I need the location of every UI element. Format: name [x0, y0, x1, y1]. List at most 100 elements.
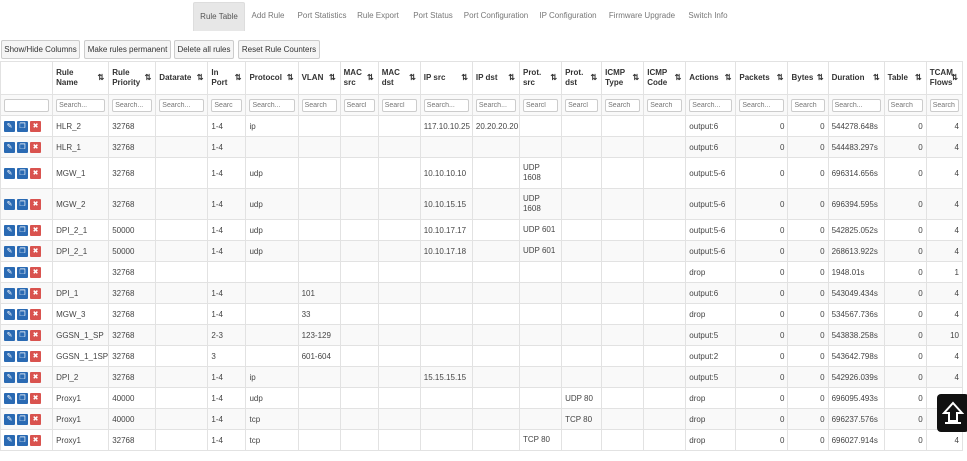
- edit-icon[interactable]: ✎: [4, 413, 15, 425]
- column-header[interactable]: IP dst ⇅: [471, 61, 520, 95]
- column-header[interactable]: Prot. dst ⇅: [561, 61, 603, 95]
- edit-icon[interactable]: ✎: [4, 350, 15, 362]
- delete-icon[interactable]: ✖: [30, 224, 41, 236]
- sort-icon[interactable]: ⇅: [590, 73, 597, 82]
- column-header[interactable]: Duration ⇅: [827, 61, 885, 95]
- sort-icon[interactable]: ⇅: [873, 73, 880, 82]
- column-search-input[interactable]: [211, 98, 243, 112]
- copy-icon[interactable]: ❐: [17, 224, 28, 236]
- delete-icon[interactable]: ✖: [30, 371, 41, 383]
- delete-icon[interactable]: ✖: [30, 308, 41, 320]
- copy-icon[interactable]: ❐: [17, 287, 28, 299]
- nav-tab-rule-table[interactable]: Rule Table: [193, 2, 245, 31]
- column-search-input[interactable]: [381, 98, 417, 112]
- delete-icon[interactable]: ✖: [30, 266, 41, 278]
- nav-tab-port-statistics[interactable]: Port Statistics: [296, 2, 348, 30]
- delete-icon[interactable]: ✖: [30, 167, 41, 179]
- copy-icon[interactable]: ❐: [17, 371, 28, 383]
- sort-icon[interactable]: ⇅: [461, 73, 468, 82]
- column-search-input[interactable]: [159, 98, 205, 112]
- sort-icon[interactable]: ⇅: [367, 73, 374, 82]
- column-header[interactable]: IP src ⇅: [419, 61, 473, 95]
- column-search-input[interactable]: [739, 98, 785, 112]
- delete-icon[interactable]: ✖: [30, 413, 41, 425]
- column-search-input[interactable]: [565, 98, 599, 112]
- edit-icon[interactable]: ✎: [4, 141, 15, 153]
- column-header[interactable]: MAC dst ⇅: [377, 61, 421, 95]
- column-header[interactable]: Datarate ⇅: [155, 61, 209, 95]
- delete-icon[interactable]: ✖: [30, 392, 41, 404]
- nav-tab-firmware-upgrade[interactable]: Firmware Upgrade: [607, 2, 677, 30]
- delete-icon[interactable]: ✖: [30, 329, 41, 341]
- sort-icon[interactable]: ⇅: [235, 73, 242, 82]
- sort-icon[interactable]: ⇅: [287, 73, 294, 82]
- nav-tab-switch-info[interactable]: Switch Info: [683, 2, 733, 30]
- edit-icon[interactable]: ✎: [4, 245, 15, 257]
- copy-icon[interactable]: ❐: [17, 167, 28, 179]
- sort-icon[interactable]: ⇅: [145, 73, 152, 82]
- column-search-input[interactable]: [605, 98, 641, 112]
- edit-icon[interactable]: ✎: [4, 434, 15, 446]
- column-header[interactable]: MAC src ⇅: [339, 61, 379, 95]
- delete-icon[interactable]: ✖: [30, 120, 41, 132]
- make-rules-permanent-button[interactable]: Make rules permanent: [84, 40, 171, 59]
- column-header[interactable]: In Port ⇅: [207, 61, 247, 95]
- sort-icon[interactable]: ⇅: [197, 73, 204, 82]
- sort-icon[interactable]: ⇅: [98, 73, 105, 82]
- delete-icon[interactable]: ✖: [30, 434, 41, 446]
- sort-icon[interactable]: ⇅: [777, 73, 784, 82]
- column-header[interactable]: Rule Name ⇅: [52, 61, 110, 95]
- copy-icon[interactable]: ❐: [17, 434, 28, 446]
- edit-icon[interactable]: ✎: [4, 120, 15, 132]
- nav-tab-rule-export[interactable]: Rule Export: [355, 2, 401, 30]
- column-header[interactable]: ICMP Code ⇅: [643, 61, 687, 95]
- copy-icon[interactable]: ❐: [17, 308, 28, 320]
- sort-icon[interactable]: ⇅: [508, 73, 515, 82]
- copy-icon[interactable]: ❐: [17, 350, 28, 362]
- column-search-input[interactable]: [689, 98, 733, 112]
- sort-icon[interactable]: ⇅: [915, 73, 922, 82]
- show-hide-columns-button[interactable]: Show/Hide Columns: [1, 40, 80, 59]
- column-search-input[interactable]: [4, 98, 50, 112]
- edit-icon[interactable]: ✎: [4, 198, 15, 210]
- edit-icon[interactable]: ✎: [4, 167, 15, 179]
- column-search-input[interactable]: [831, 98, 881, 112]
- column-search-input[interactable]: [112, 98, 153, 112]
- scroll-to-top-button[interactable]: [937, 394, 967, 432]
- column-search-input[interactable]: [301, 98, 337, 112]
- column-search-input[interactable]: [791, 98, 825, 112]
- column-header[interactable]: Actions ⇅: [685, 61, 737, 95]
- delete-icon[interactable]: ✖: [30, 287, 41, 299]
- nav-tab-port-configuration[interactable]: Port Configuration: [462, 2, 530, 30]
- column-header[interactable]: Packets ⇅: [735, 61, 789, 95]
- column-header[interactable]: ICMP Type ⇅: [601, 61, 645, 95]
- delete-icon[interactable]: ✖: [30, 141, 41, 153]
- nav-tab-add-rule[interactable]: Add Rule: [249, 2, 287, 30]
- edit-icon[interactable]: ✎: [4, 308, 15, 320]
- edit-icon[interactable]: ✎: [4, 287, 15, 299]
- copy-icon[interactable]: ❐: [17, 245, 28, 257]
- column-header[interactable]: Bytes ⇅: [787, 61, 829, 95]
- delete-all-rules-button[interactable]: Delete all rules: [174, 40, 234, 59]
- copy-icon[interactable]: ❐: [17, 413, 28, 425]
- edit-icon[interactable]: ✎: [4, 392, 15, 404]
- column-search-input[interactable]: [887, 98, 923, 112]
- column-header[interactable]: Table ⇅: [883, 61, 927, 95]
- sort-icon[interactable]: ⇅: [951, 73, 958, 82]
- sort-icon[interactable]: ⇅: [550, 73, 557, 82]
- copy-icon[interactable]: ❐: [17, 198, 28, 210]
- sort-icon[interactable]: ⇅: [633, 73, 640, 82]
- edit-icon[interactable]: ✎: [4, 371, 15, 383]
- nav-tab-port-status[interactable]: Port Status: [410, 2, 456, 30]
- column-header[interactable]: VLAN ⇅: [297, 61, 341, 95]
- delete-icon[interactable]: ✖: [30, 350, 41, 362]
- sort-icon[interactable]: ⇅: [817, 73, 824, 82]
- copy-icon[interactable]: ❐: [17, 266, 28, 278]
- column-search-input[interactable]: [249, 98, 295, 112]
- column-header[interactable]: Prot. src ⇅: [518, 61, 563, 95]
- copy-icon[interactable]: ❐: [17, 141, 28, 153]
- edit-icon[interactable]: ✎: [4, 329, 15, 341]
- column-search-input[interactable]: [522, 98, 559, 112]
- column-header[interactable]: Rule Priority ⇅: [108, 61, 157, 95]
- nav-tab-ip-configuration[interactable]: IP Configuration: [538, 2, 598, 30]
